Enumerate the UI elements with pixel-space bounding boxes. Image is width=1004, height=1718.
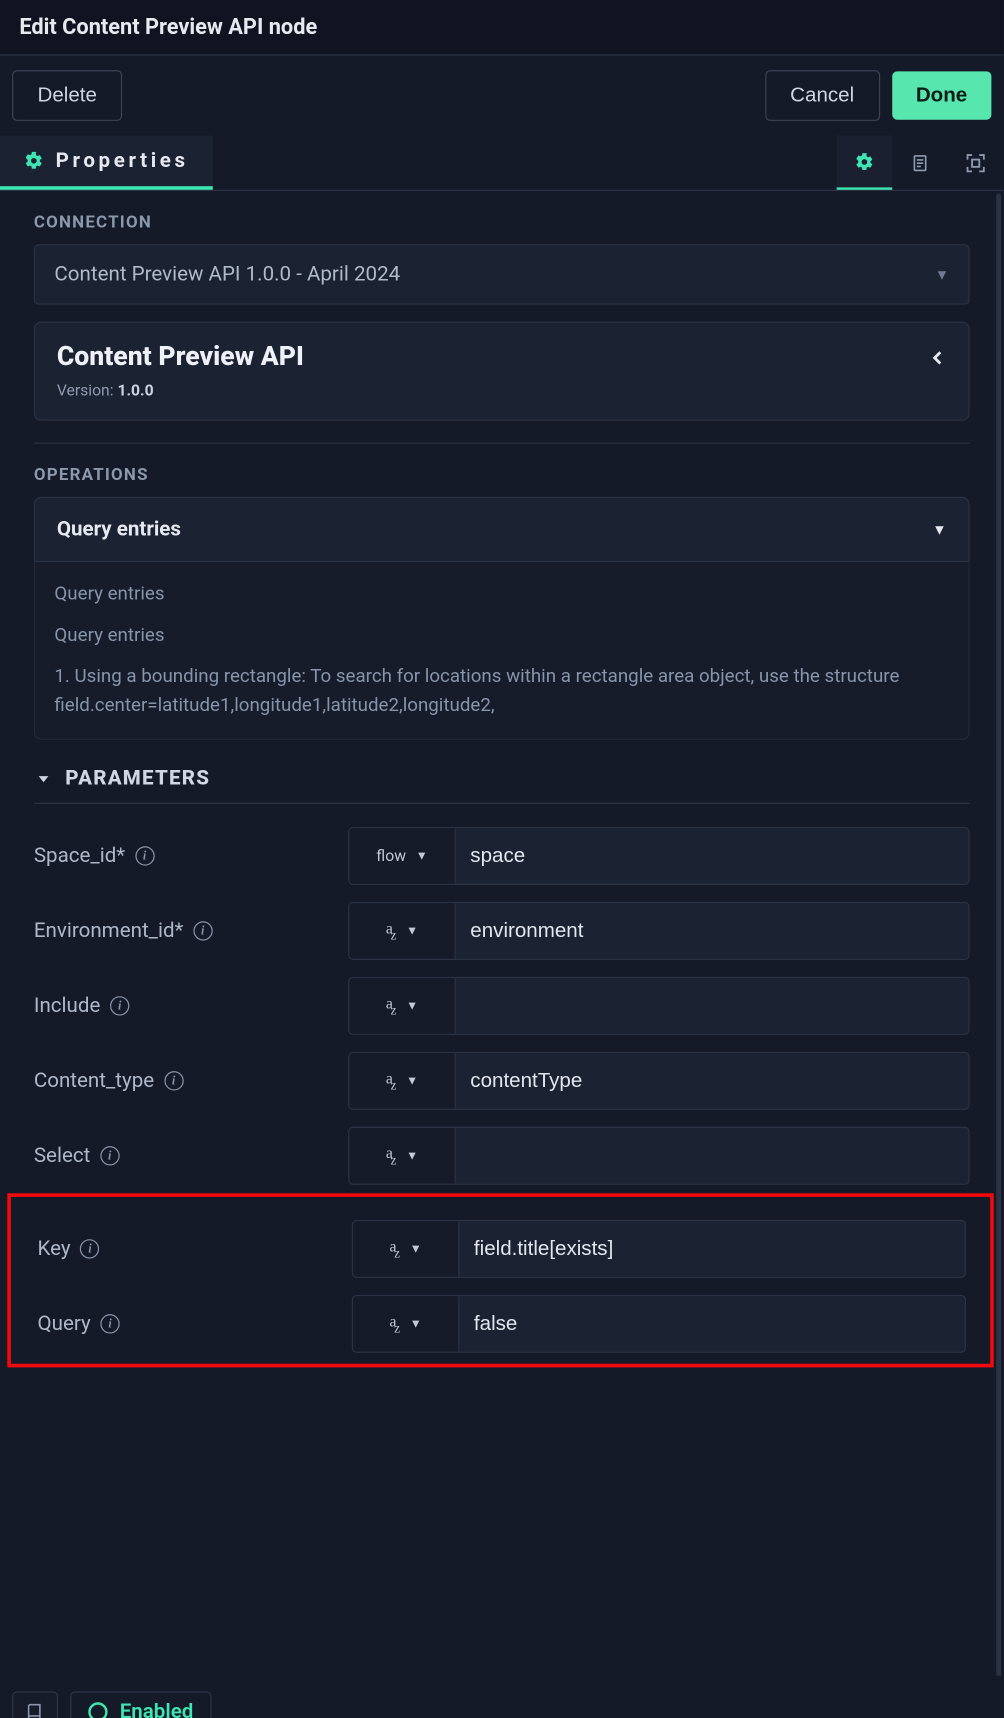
param-row-query: Query i ▼ <box>13 1294 987 1354</box>
info-icon[interactable]: i <box>80 1239 99 1258</box>
mode-selector[interactable]: ▼ <box>349 1053 455 1109</box>
properties-panel: CONNECTION Content Preview API 1.0.0 - A… <box>0 191 1003 1676</box>
mode-selector[interactable]: flow▼ <box>349 828 455 884</box>
status-circle-icon <box>88 1702 107 1718</box>
caret-down-icon: ▼ <box>932 521 946 538</box>
api-info-card: Content Preview API Version: 1.0.0 <box>34 322 970 421</box>
api-title: Content Preview API <box>57 342 304 372</box>
connection-selected-value: Content Preview API 1.0.0 - April 2024 <box>54 262 400 286</box>
mode-selector[interactable]: ▼ <box>353 1296 459 1352</box>
space-id-input[interactable] <box>456 828 969 884</box>
info-icon[interactable]: i <box>193 921 212 940</box>
info-icon[interactable]: i <box>100 1146 119 1165</box>
query-input[interactable] <box>459 1296 964 1352</box>
caret-down-icon: ▼ <box>935 266 949 283</box>
tab-settings-icon[interactable] <box>837 135 893 189</box>
dialog-title: Edit Content Preview API node <box>0 0 1003 56</box>
mode-selector[interactable]: ▼ <box>349 1128 455 1184</box>
param-label: Include <box>34 994 101 1018</box>
param-row-space-id: Space_id* i flow▼ <box>34 826 970 886</box>
tabs-row: Properties <box>0 135 1003 191</box>
cancel-button[interactable]: Cancel <box>765 70 880 121</box>
tab-notes-icon[interactable] <box>892 135 948 189</box>
connection-section-label: CONNECTION <box>34 213 970 232</box>
param-label: Query <box>37 1312 90 1336</box>
tab-properties[interactable]: Properties <box>0 135 213 189</box>
done-button[interactable]: Done <box>892 71 992 119</box>
gear-icon <box>24 151 43 170</box>
include-input[interactable] <box>456 978 969 1034</box>
chevron-down-icon <box>34 771 53 786</box>
collapse-chevron-icon[interactable] <box>930 346 947 368</box>
parameters-toggle[interactable]: PARAMETERS <box>34 767 970 791</box>
action-bar: Delete Cancel Done <box>0 56 1003 136</box>
enabled-label: Enabled <box>120 1700 194 1718</box>
mode-selector[interactable]: ▼ <box>349 978 455 1034</box>
api-version: Version: 1.0.0 <box>57 382 947 400</box>
enabled-toggle[interactable]: Enabled <box>70 1691 211 1718</box>
info-icon[interactable]: i <box>135 846 154 865</box>
param-label: Key <box>37 1237 70 1261</box>
parameters-label: PARAMETERS <box>65 767 210 791</box>
param-label: Space_id* <box>34 844 125 868</box>
operation-select[interactable]: Query entries ▼ <box>34 497 970 562</box>
operation-selected-value: Query entries <box>57 517 181 541</box>
environment-id-input[interactable] <box>456 903 969 959</box>
operation-description: Query entries Query entries 1. Using a b… <box>34 562 970 740</box>
connection-select[interactable]: Content Preview API 1.0.0 - April 2024 ▼ <box>34 244 970 304</box>
tab-properties-label: Properties <box>56 149 189 173</box>
tab-focus-icon[interactable] <box>948 135 1004 189</box>
param-row-key: Key i ▼ <box>13 1219 987 1279</box>
select-input[interactable] <box>456 1128 969 1184</box>
param-label: Select <box>34 1144 90 1168</box>
param-row-select: Select i ▼ <box>34 1126 970 1186</box>
info-icon[interactable]: i <box>110 996 129 1015</box>
param-label: Content_type <box>34 1069 154 1093</box>
mode-selector[interactable]: ▼ <box>353 1221 459 1277</box>
info-icon[interactable]: i <box>100 1314 119 1333</box>
mode-selector[interactable]: ▼ <box>349 903 455 959</box>
content-type-input[interactable] <box>456 1053 969 1109</box>
highlighted-params: Key i ▼ Query i ▼ <box>7 1193 994 1367</box>
docs-button[interactable] <box>12 1691 58 1718</box>
param-row-include: Include i ▼ <box>34 976 970 1036</box>
footer-bar: Enabled <box>0 1683 1003 1718</box>
delete-button[interactable]: Delete <box>12 70 122 121</box>
param-label: Environment_id* <box>34 919 184 943</box>
key-input[interactable] <box>459 1221 964 1277</box>
operations-section-label: OPERATIONS <box>34 465 970 484</box>
info-icon[interactable]: i <box>164 1071 183 1090</box>
param-row-content-type: Content_type i ▼ <box>34 1051 970 1111</box>
param-row-environment-id: Environment_id* i ▼ <box>34 901 970 961</box>
